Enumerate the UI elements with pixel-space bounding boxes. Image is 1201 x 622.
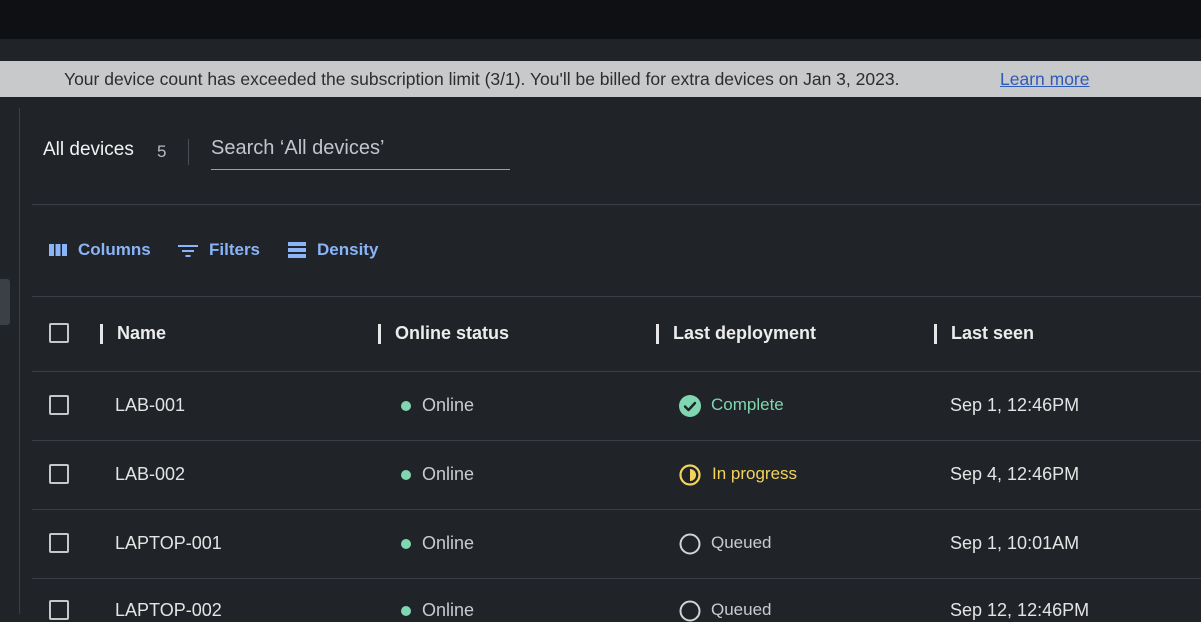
divider bbox=[32, 204, 1201, 205]
check-circle-icon bbox=[679, 395, 701, 417]
sidebar-divider bbox=[19, 108, 20, 614]
device-name[interactable]: LAB-002 bbox=[115, 464, 185, 485]
columns-button[interactable]: Columns bbox=[48, 238, 151, 262]
learn-more-link[interactable]: Learn more bbox=[1000, 69, 1090, 90]
column-resize-handle[interactable] bbox=[934, 324, 937, 344]
divider bbox=[32, 296, 1201, 297]
last-seen: Sep 1, 12:46PM bbox=[950, 395, 1080, 415]
online-dot-icon bbox=[401, 470, 411, 480]
search-field[interactable] bbox=[211, 134, 510, 170]
select-all-checkbox[interactable] bbox=[49, 323, 69, 343]
device-name[interactable]: LAPTOP-002 bbox=[115, 600, 222, 621]
title-divider bbox=[188, 139, 189, 165]
column-header-online-status[interactable]: Online status bbox=[395, 323, 509, 344]
page-title: All devices bbox=[43, 139, 134, 160]
divider bbox=[32, 440, 1201, 441]
online-status: Online bbox=[422, 533, 475, 553]
online-status: Online bbox=[422, 464, 475, 484]
row-checkbox[interactable] bbox=[49, 600, 69, 620]
subscription-banner: Your device count has exceeded the subsc… bbox=[0, 61, 1201, 97]
divider bbox=[32, 578, 1201, 579]
filter-icon bbox=[178, 245, 198, 257]
half-circle-icon bbox=[679, 464, 701, 486]
deployment-status: In progress bbox=[712, 464, 798, 483]
row-checkbox[interactable] bbox=[49, 533, 69, 553]
last-seen: Sep 4, 12:46PM bbox=[950, 464, 1080, 484]
column-resize-handle[interactable] bbox=[656, 324, 659, 344]
online-dot-icon bbox=[401, 539, 411, 549]
column-header-name[interactable]: Name bbox=[117, 323, 166, 344]
online-dot-icon bbox=[401, 401, 411, 411]
last-seen: Sep 1, 10:01AM bbox=[950, 533, 1080, 553]
banner-message: Your device count has exceeded the subsc… bbox=[64, 69, 900, 89]
device-count: 5 bbox=[157, 142, 167, 161]
device-name[interactable]: LAB-001 bbox=[115, 395, 185, 416]
online-status: Online bbox=[422, 600, 475, 620]
last-seen: Sep 12, 12:46PM bbox=[950, 600, 1090, 620]
online-status: Online bbox=[422, 395, 475, 415]
row-checkbox[interactable] bbox=[49, 395, 69, 415]
column-header-last-seen[interactable]: Last seen bbox=[951, 323, 1034, 344]
deployment-status: Queued bbox=[711, 533, 772, 552]
divider bbox=[32, 509, 1201, 510]
filters-label: Filters bbox=[209, 240, 261, 259]
deployment-status: Complete bbox=[711, 395, 784, 414]
columns-icon bbox=[49, 244, 67, 256]
divider bbox=[32, 371, 1201, 372]
device-name[interactable]: LAPTOP-001 bbox=[115, 533, 222, 554]
search-input[interactable] bbox=[211, 134, 510, 162]
column-resize-handle[interactable] bbox=[100, 324, 103, 344]
online-dot-icon bbox=[401, 606, 411, 616]
empty-circle-icon bbox=[679, 533, 701, 555]
filters-button[interactable]: Filters bbox=[177, 238, 260, 262]
column-resize-handle[interactable] bbox=[378, 324, 381, 344]
density-button[interactable]: Density bbox=[287, 238, 378, 262]
density-label: Density bbox=[317, 240, 379, 259]
row-checkbox[interactable] bbox=[49, 464, 69, 484]
top-app-bar bbox=[0, 0, 1201, 39]
empty-circle-icon bbox=[679, 600, 701, 622]
sidebar-resize-handle[interactable] bbox=[0, 279, 10, 325]
density-icon bbox=[288, 242, 306, 258]
deployment-status: Queued bbox=[711, 600, 772, 619]
column-header-last-deployment[interactable]: Last deployment bbox=[673, 323, 816, 344]
columns-label: Columns bbox=[78, 240, 151, 259]
